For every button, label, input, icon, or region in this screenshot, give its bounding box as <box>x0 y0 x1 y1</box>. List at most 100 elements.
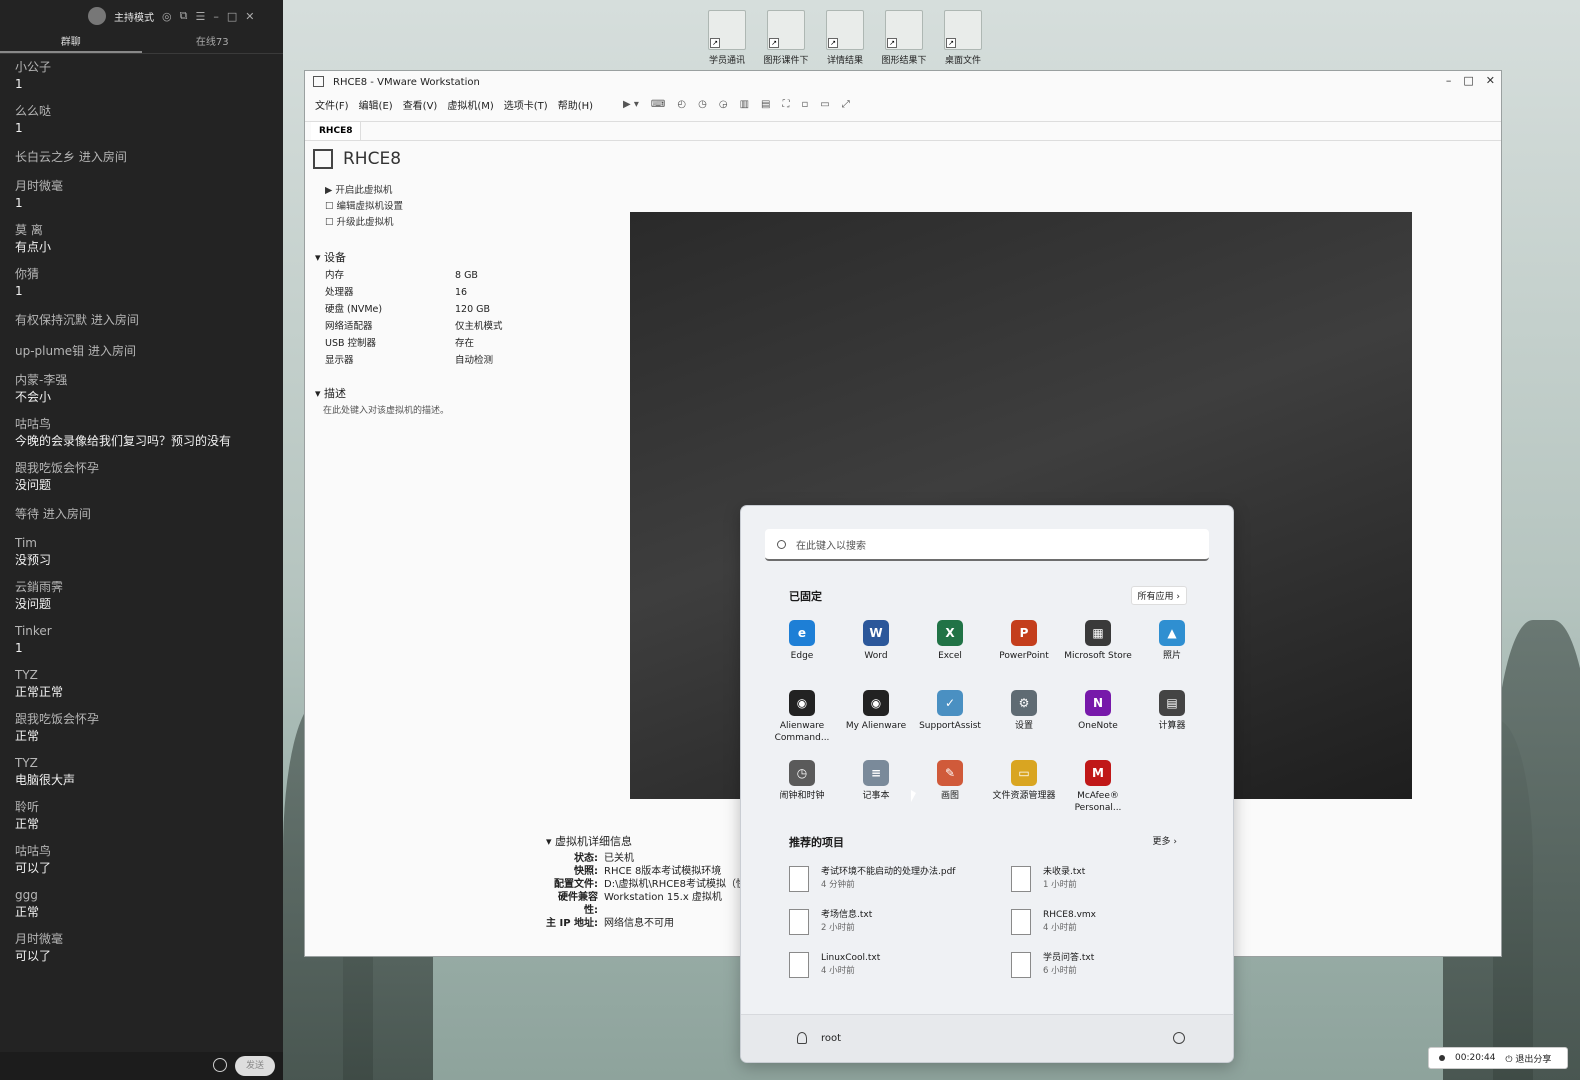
menu-bar: 文件(F) 编辑(E) 查看(V) 虚拟机(M) 选项卡(T) 帮助(H) ▶ … <box>305 93 1501 115</box>
close-icon[interactable]: ✕ <box>245 10 254 23</box>
desktop-icon[interactable]: ↗ 详情结果 <box>821 10 869 66</box>
library-view-icon[interactable]: ▥ <box>740 99 749 110</box>
file-icon <box>789 952 809 978</box>
shortcut-folder-icon: ↗ <box>708 10 746 50</box>
file-time: 6 小时前 <box>1043 966 1077 976</box>
recommended-item[interactable]: RHCE8.vmx 4 小时前 <box>1011 909 1189 939</box>
desktop-icon[interactable]: ↗ 学员通讯 <box>703 10 751 66</box>
app-label: Edge <box>790 651 814 661</box>
power-icon[interactable] <box>1173 1032 1185 1044</box>
search-input[interactable]: 在此键入以搜索 <box>765 529 1209 561</box>
minimize-icon[interactable]: – <box>1446 74 1452 87</box>
desktop-icon[interactable]: ↗ 桌面文件 <box>939 10 987 66</box>
pinned-app[interactable]: e Edge <box>765 616 839 674</box>
devices-header[interactable]: ▾ 设备 <box>315 249 346 265</box>
device-row[interactable]: 显示器 自动检测 <box>325 352 503 369</box>
desktop-icon[interactable]: ↗ 图形结果下 <box>880 10 928 66</box>
popout-icon[interactable]: ⧉ <box>180 9 188 23</box>
user-name: root <box>821 1032 842 1044</box>
pinned-app[interactable]: ▤ 计算器 <box>1135 686 1209 744</box>
all-apps-button[interactable]: 所有应用 › <box>1130 586 1187 605</box>
chat-message: Tinker 1 <box>15 624 273 657</box>
menu-vm[interactable]: 虚拟机(M) <box>447 97 493 112</box>
close-icon[interactable]: ✕ <box>1486 74 1495 87</box>
recommended-item[interactable]: 学员问答.txt 6 小时前 <box>1011 952 1189 982</box>
pinned-app[interactable]: N OneNote <box>1061 686 1135 744</box>
snapshot-restore-icon[interactable]: ◷ <box>698 99 707 110</box>
file-icon <box>1011 952 1031 978</box>
shortcut-folder-icon: ↗ <box>944 10 982 50</box>
power-on-icon[interactable]: ▶ ▾ <box>623 99 639 110</box>
maximize-icon[interactable]: □ <box>227 10 237 23</box>
emoji-icon[interactable] <box>213 1058 227 1072</box>
recommended-item[interactable]: 考场信息.txt 2 小时前 <box>789 909 1011 939</box>
menu-file[interactable]: 文件(F) <box>315 97 349 112</box>
stretch-icon[interactable]: ⤢ <box>842 99 850 110</box>
tab-online[interactable]: 在线73 <box>142 32 284 53</box>
pinned-app[interactable]: ◉ Alienware Command... <box>765 686 839 744</box>
exit-share-button[interactable]: ⏻ 退出分享 <box>1505 1052 1551 1065</box>
menu-help[interactable]: 帮助(H) <box>558 97 593 112</box>
fullscreen-icon[interactable]: ⛶ <box>782 99 789 110</box>
device-row[interactable]: 内存 8 GB <box>325 267 503 284</box>
thumbnail-view-icon[interactable]: ▤ <box>761 99 770 110</box>
device-list: 内存 8 GB 处理器 16 硬盘 (NVMe) 120 GB 网络适配器 仅主机模式 … <box>325 267 503 369</box>
app-label: Word <box>864 651 888 661</box>
paint-icon: ✎ <box>937 760 963 786</box>
recommended-item[interactable]: 未收录.txt 1 小时前 <box>1011 866 1189 896</box>
recommended-item[interactable]: LinuxCool.txt 4 小时前 <box>789 952 1011 982</box>
chat-tabs: 群聊 在线73 <box>0 32 283 54</box>
power-on-link[interactable]: ▶ 开启此虚拟机 <box>325 183 403 199</box>
pinned-app[interactable]: ◉ My Alienware <box>839 686 913 744</box>
recommended-item[interactable]: 考试环境不能启动的处理办法.pdf 4 分钟前 <box>789 866 1011 896</box>
pinned-app[interactable]: ▦ Microsoft Store <box>1061 616 1135 674</box>
pinned-app[interactable]: ◷ 闹钟和时钟 <box>765 756 839 814</box>
user-button[interactable]: root <box>797 1032 841 1044</box>
pinned-app[interactable]: X Excel <box>913 616 987 674</box>
more-button[interactable]: 更多 › <box>1153 834 1177 847</box>
settings-icon[interactable]: ◎ <box>162 10 172 23</box>
start-menu: 在此键入以搜索 已固定 所有应用 › e Edge W Word X Excel P Powe… <box>740 505 1234 1063</box>
send-button[interactable]: 发送 <box>235 1056 275 1076</box>
console-icon[interactable]: ▭ <box>820 99 829 110</box>
details-header[interactable]: ▾ 虚拟机详细信息 <box>546 833 746 849</box>
menu-icon[interactable]: ☰ <box>195 10 205 23</box>
description-hint[interactable]: 在此处键入对该虚拟机的描述。 <box>323 403 449 416</box>
pinned-app[interactable]: ✓ SupportAssist <box>913 686 987 744</box>
join-notice: 长白云之乡 进入房间 <box>15 150 127 164</box>
tab-group-chat[interactable]: 群聊 <box>0 32 142 53</box>
snapshot-manager-icon[interactable]: ◶ <box>719 99 728 110</box>
snapshot-icon[interactable]: ◴ <box>677 99 686 110</box>
menu-view[interactable]: 查看(V) <box>403 97 438 112</box>
pinned-app[interactable]: P PowerPoint <box>987 616 1061 674</box>
shortcut-folder-icon: ↗ <box>826 10 864 50</box>
minimize-icon[interactable]: – <box>213 10 219 23</box>
pinned-app[interactable]: M McAfee® Personal... <box>1061 756 1135 814</box>
unity-icon[interactable]: ▫ <box>801 99 808 110</box>
edit-settings-link[interactable]: ☐ 编辑虚拟机设置 <box>325 199 403 215</box>
message-author: 小公子 <box>15 60 52 74</box>
pinned-app[interactable]: ✎ 画图 <box>913 756 987 814</box>
upgrade-vm-link[interactable]: ☐ 升级此虚拟机 <box>325 215 403 231</box>
calculator-icon: ▤ <box>1159 690 1185 716</box>
join-notice: 有权保持沉默 进入房间 <box>15 313 139 327</box>
tab-rhce8[interactable]: RHCE8 <box>311 122 362 140</box>
device-row[interactable]: 处理器 16 <box>325 284 503 301</box>
device-row[interactable]: USB 控制器 存在 <box>325 335 503 352</box>
pinned-app[interactable]: ▭ 文件资源管理器 <box>987 756 1061 814</box>
maximize-icon[interactable]: □ <box>1463 74 1473 87</box>
device-row[interactable]: 硬盘 (NVMe) 120 GB <box>325 301 503 318</box>
onenote-icon: N <box>1085 690 1111 716</box>
description-header[interactable]: ▾ 描述 <box>315 385 346 401</box>
menu-tabs[interactable]: 选项卡(T) <box>504 97 548 112</box>
app-label: 闹钟和时钟 <box>779 791 825 801</box>
pinned-app[interactable]: ≡ 记事本 <box>839 756 913 814</box>
device-row[interactable]: 网络适配器 仅主机模式 <box>325 318 503 335</box>
pinned-app[interactable]: W Word <box>839 616 913 674</box>
send-keys-icon[interactable]: ⌨ <box>651 99 665 110</box>
pinned-app[interactable]: ⚙ 设置 <box>987 686 1061 744</box>
menu-edit[interactable]: 编辑(E) <box>359 97 393 112</box>
pinned-app[interactable]: ▲ 照片 <box>1135 616 1209 674</box>
message-author: 跟我吃饭会怀孕 <box>15 712 100 726</box>
desktop-icon[interactable]: ↗ 图形课件下 <box>762 10 810 66</box>
